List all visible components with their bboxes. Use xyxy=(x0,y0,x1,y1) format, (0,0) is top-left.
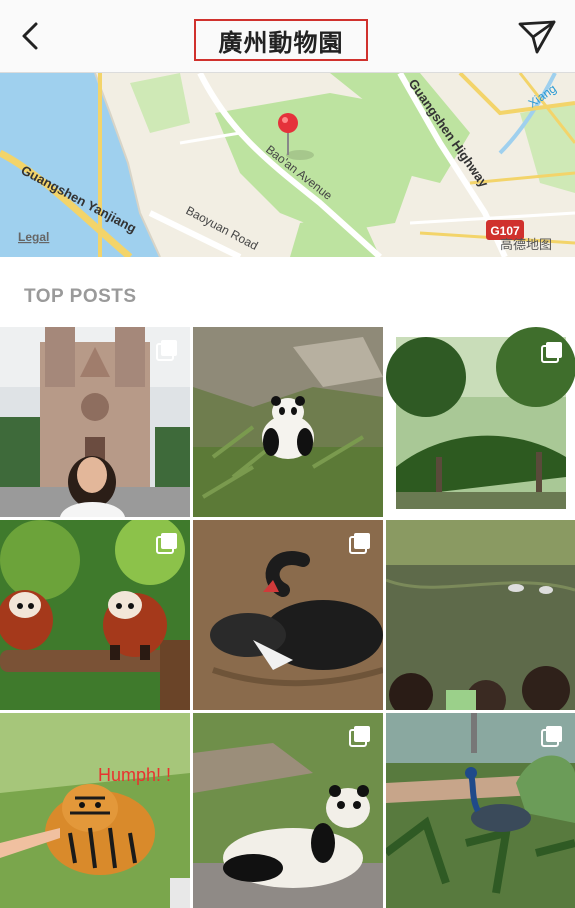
map-provider-label: 高德地图 xyxy=(500,237,552,252)
multiple-photos-icon xyxy=(541,726,562,747)
location-map[interactable]: Guangshen Yanjiang Bao'an Avenue Baoyuan… xyxy=(0,73,575,257)
post-tile-cathedral[interactable] xyxy=(0,327,190,517)
multiple-photos-icon xyxy=(156,340,177,361)
top-posts-heading: TOP POSTS xyxy=(24,286,137,307)
post-tile-panda-eating[interactable] xyxy=(193,327,383,517)
multiple-photos-icon xyxy=(541,342,562,363)
tiger-overlay-text: Humph! ! xyxy=(98,765,171,785)
share-button[interactable] xyxy=(517,18,557,56)
post-tile-pergola[interactable] xyxy=(386,327,575,517)
post-tile-red-pandas[interactable] xyxy=(0,520,190,710)
posts-grid: Humph! ! xyxy=(0,327,575,908)
post-tile-peacock[interactable] xyxy=(386,713,575,908)
route-badge-label: G107 xyxy=(490,224,520,238)
post-tile-black-swan[interactable] xyxy=(193,520,383,710)
map-legal-link[interactable]: Legal xyxy=(18,230,49,244)
multiple-photos-icon xyxy=(349,533,370,554)
multiple-photos-icon xyxy=(349,726,370,747)
post-tile-pond[interactable] xyxy=(386,520,575,710)
top-bar: 廣州動物園 xyxy=(0,0,575,73)
post-tile-panda-lounging[interactable] xyxy=(193,713,383,908)
multiple-photos-icon xyxy=(156,533,177,554)
chevron-left-icon xyxy=(22,22,38,50)
location-title-box: 廣州動物園 xyxy=(194,19,368,61)
location-title: 廣州動物園 xyxy=(218,29,344,57)
back-button[interactable] xyxy=(14,18,50,54)
paper-plane-icon xyxy=(518,20,556,54)
post-tile-tiger[interactable]: Humph! ! xyxy=(0,713,190,908)
